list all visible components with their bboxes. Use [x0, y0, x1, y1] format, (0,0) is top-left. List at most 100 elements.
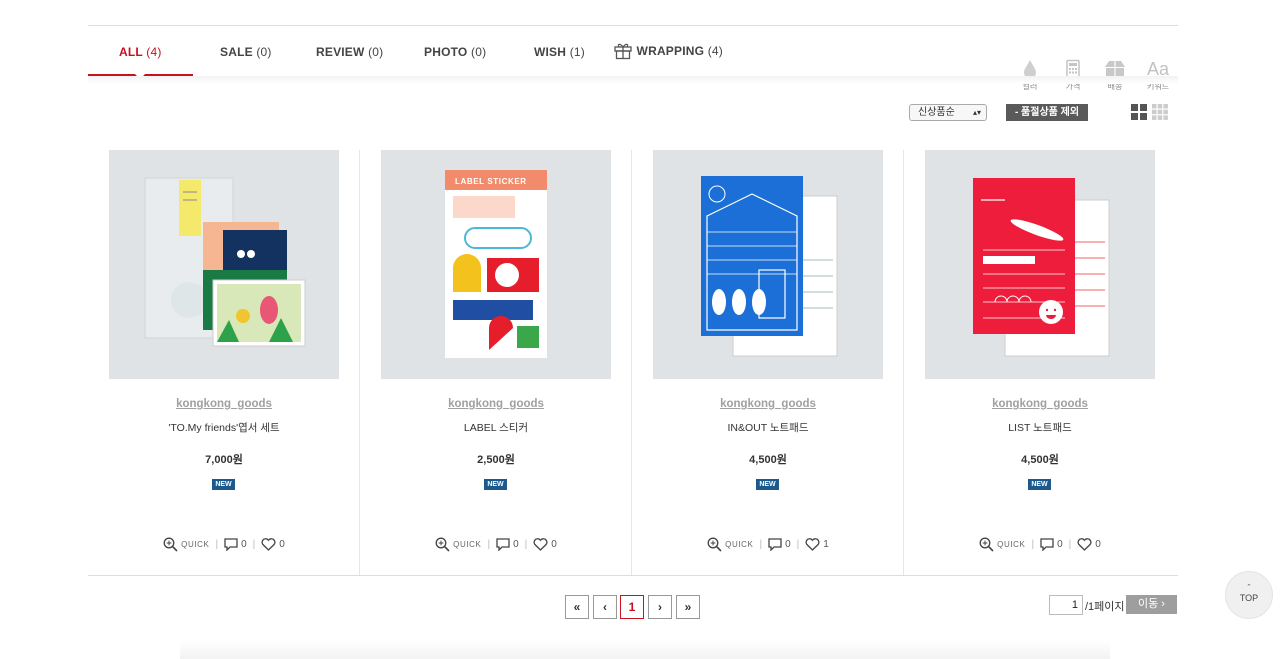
heart-icon	[1077, 537, 1092, 551]
tab-wish[interactable]: WISH (1)	[534, 45, 585, 59]
like-count: 0	[1095, 538, 1101, 550]
comment-count-button[interactable]: 0	[496, 537, 519, 551]
heart-icon	[533, 537, 548, 551]
product-image-label-sticker[interactable]: LABEL STICKER	[381, 150, 611, 379]
comment-count-button[interactable]: 0	[224, 537, 247, 551]
scroll-top-label: TOP	[1239, 593, 1259, 603]
comment-count-button[interactable]: 0	[768, 537, 791, 551]
next-page-button[interactable]: ›	[648, 595, 672, 619]
tab-sale-count: (0)	[256, 45, 272, 59]
comment-count: 0	[241, 538, 247, 550]
quick-view-button[interactable]: QUICK	[979, 537, 1025, 552]
select-arrows-icon: ▴▾	[972, 108, 981, 117]
quick-label: QUICK	[997, 539, 1026, 549]
product-card: LABEL STICKER kongkong_goods LABEL 스티커 2…	[360, 150, 632, 575]
product-price: 4,500원	[1021, 454, 1059, 466]
page-total-label: /1페이지	[1085, 601, 1125, 613]
separator: |	[487, 538, 491, 550]
comment-icon	[496, 537, 510, 551]
tab-review-label: REVIEW	[316, 45, 365, 59]
quick-view-button[interactable]: QUICK	[707, 537, 753, 552]
zoom-in-icon	[163, 537, 178, 552]
page: ALL (4) SALE (0) REVIEW (0) PHOTO (0) WI…	[0, 0, 1280, 659]
product-actions: QUICK | 0 | 0	[360, 536, 632, 552]
svg-text:LABEL STICKER: LABEL STICKER	[455, 177, 527, 186]
tab-photo-count: (0)	[471, 45, 487, 59]
product-card: kongkong_goods 'TO.My friends'엽서 세트 7,00…	[88, 150, 360, 575]
separator: |	[524, 538, 528, 550]
product-grid: kongkong_goods 'TO.My friends'엽서 세트 7,00…	[88, 150, 1178, 576]
tab-sale[interactable]: SALE (0)	[220, 45, 272, 59]
tab-wrapping[interactable]: WRAPPING (4)	[613, 40, 723, 60]
tab-sale-label: SALE	[220, 45, 253, 59]
comment-icon	[224, 537, 238, 551]
separator: |	[1031, 538, 1035, 550]
postcard-set-illustration	[144, 177, 306, 347]
tab-all[interactable]: ALL (4)	[119, 45, 162, 59]
tab-photo[interactable]: PHOTO (0)	[424, 45, 486, 59]
grid-4-view-icon[interactable]	[1131, 104, 1147, 120]
exclude-soldout-button[interactable]: - 품절상품 제외	[1006, 104, 1088, 121]
quick-label: QUICK	[725, 539, 754, 549]
product-price: 4,500원	[749, 454, 787, 466]
go-page-button[interactable]: 이동 ›	[1126, 595, 1177, 614]
comment-count: 0	[513, 538, 519, 550]
product-image-list-notepad[interactable]	[925, 150, 1155, 379]
sort-select[interactable]: 신상품순 ▴▾	[909, 104, 987, 121]
product-name[interactable]: IN&OUT 노트패드	[632, 420, 904, 435]
product-name[interactable]: LIST 노트패드	[904, 420, 1176, 435]
sort-selected-label: 신상품순	[918, 107, 955, 118]
grid-9-view-icon[interactable]	[1152, 104, 1168, 120]
list-notepad-illustration	[973, 178, 1110, 357]
inout-notepad-illustration	[701, 176, 838, 357]
review-tabs: ALL (4) SALE (0) REVIEW (0) PHOTO (0) WI…	[88, 26, 1178, 91]
comment-count: 0	[1057, 538, 1063, 550]
current-page-button[interactable]: 1	[620, 595, 644, 619]
prev-page-button[interactable]: ‹	[593, 595, 617, 619]
like-button[interactable]: 1	[805, 537, 829, 551]
product-name[interactable]: LABEL 스티커	[360, 420, 632, 435]
product-actions: QUICK | 0 | 0	[88, 536, 360, 552]
comment-icon	[768, 537, 782, 551]
product-brand-link[interactable]: kongkong_goods	[88, 398, 360, 410]
bottom-fade	[180, 640, 1110, 659]
page-number-input[interactable]	[1049, 595, 1083, 615]
new-badge: NEW	[756, 479, 779, 490]
tab-photo-label: PHOTO	[424, 45, 468, 59]
new-badge: NEW	[212, 479, 235, 490]
like-button[interactable]: 0	[533, 537, 557, 551]
first-page-button[interactable]: «	[565, 595, 589, 619]
heart-icon	[805, 537, 820, 551]
product-price: 2,500원	[477, 454, 515, 466]
last-page-button[interactable]: »	[676, 595, 700, 619]
tab-review[interactable]: REVIEW (0)	[316, 45, 383, 59]
product-image-postcard-set[interactable]	[109, 150, 339, 379]
product-brand-link[interactable]: kongkong_goods	[632, 398, 904, 410]
tab-wish-label: WISH	[534, 45, 567, 59]
separator: |	[1068, 538, 1072, 550]
zoom-in-icon	[707, 537, 722, 552]
product-brand-link[interactable]: kongkong_goods	[360, 398, 632, 410]
quick-view-button[interactable]: QUICK	[163, 537, 209, 552]
product-image-inout-notepad[interactable]	[653, 150, 883, 379]
tab-wrapping-count: (4)	[707, 44, 723, 58]
scroll-top-button[interactable]: ˆ TOP	[1225, 571, 1273, 619]
heart-icon	[261, 537, 276, 551]
product-card: kongkong_goods LIST 노트패드 4,500원 NEW QUIC…	[904, 150, 1176, 575]
comment-count-button[interactable]: 0	[1040, 537, 1063, 551]
comment-count: 0	[785, 538, 791, 550]
quick-label: QUICK	[181, 539, 210, 549]
like-button[interactable]: 0	[261, 537, 285, 551]
like-count: 0	[279, 538, 285, 550]
like-count: 1	[823, 538, 829, 550]
product-name[interactable]: 'TO.My friends'엽서 세트	[88, 420, 360, 435]
separator: |	[759, 538, 763, 550]
like-button[interactable]: 0	[1077, 537, 1101, 551]
comment-icon	[1040, 537, 1054, 551]
quick-view-button[interactable]: QUICK	[435, 537, 481, 552]
product-brand-link[interactable]: kongkong_goods	[904, 398, 1176, 410]
tab-wish-count: (1)	[569, 45, 585, 59]
separator: |	[796, 538, 800, 550]
product-card: kongkong_goods IN&OUT 노트패드 4,500원 NEW QU…	[632, 150, 904, 575]
like-count: 0	[551, 538, 557, 550]
